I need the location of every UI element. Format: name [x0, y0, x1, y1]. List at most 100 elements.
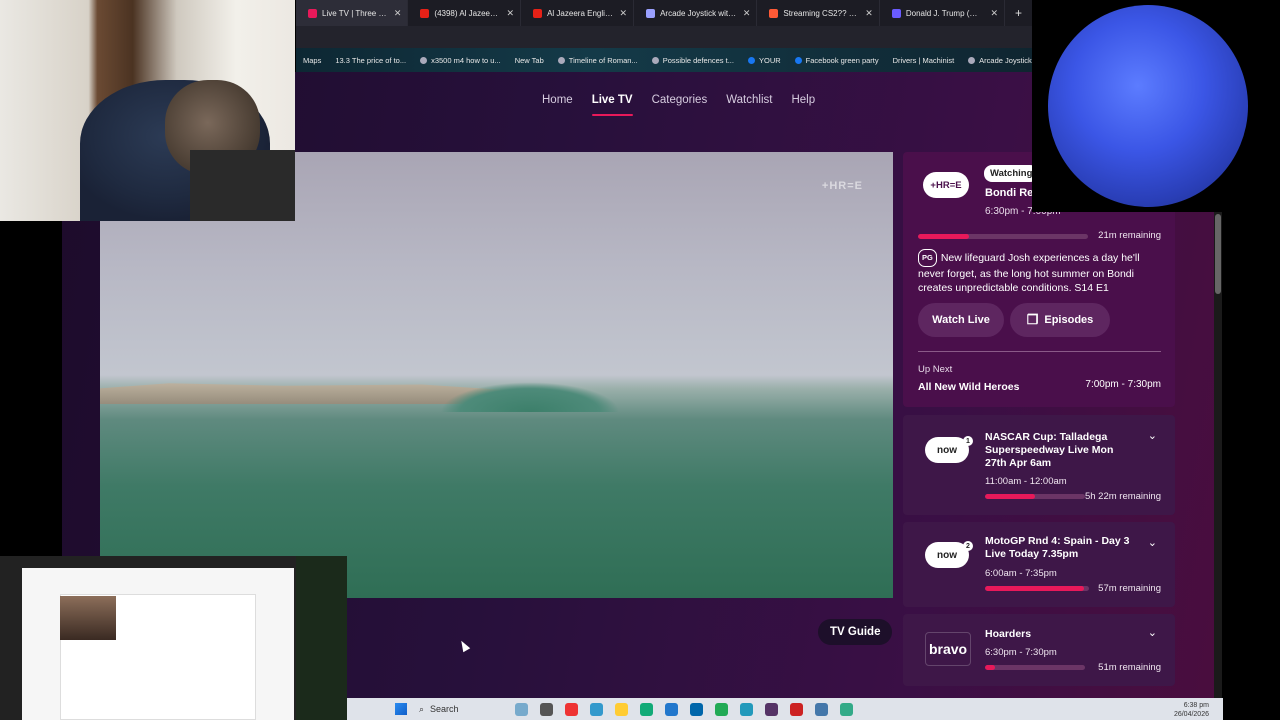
- paint-window-thumbnail: [0, 556, 347, 720]
- remaining-time: 21m remaining: [1098, 230, 1161, 241]
- wikipedia-icon: [557, 56, 565, 64]
- card-time: 6:30pm - 7:30pm: [985, 647, 1057, 658]
- nav-home[interactable]: Home: [542, 94, 573, 106]
- channel-card[interactable]: now 2 MotoGP Rnd 4: Spain - Day 3 Live T…: [903, 522, 1175, 607]
- new-tab-button[interactable]: +: [1005, 6, 1032, 20]
- channel-card[interactable]: bravo Hoarders 6:30pm - 7:30pm 51m remai…: [903, 614, 1175, 686]
- facebook-icon: [747, 56, 755, 64]
- card-remaining: 5h 22m remaining: [1084, 491, 1161, 502]
- card-remaining: 57m remaining: [1098, 583, 1161, 594]
- app-icon[interactable]: [840, 702, 853, 716]
- close-icon[interactable]: ✕: [507, 8, 515, 19]
- tab-al-jazeera-youtube[interactable]: (4398) Al Jazeera E ✕: [408, 0, 522, 26]
- tab-arcade-joystick[interactable]: Arcade Joystick with M ✕: [634, 0, 758, 26]
- windows-start-icon[interactable]: [395, 703, 407, 715]
- chrome-icon[interactable]: [565, 702, 578, 716]
- widgets-icon[interactable]: [515, 702, 528, 716]
- address-bar[interactable]: [296, 26, 1032, 48]
- taskbar-search[interactable]: ⌕ Search: [419, 704, 509, 715]
- screen: Live TV | Three | Th ✕ (4398) Al Jazeera …: [0, 0, 1280, 720]
- close-icon[interactable]: ✕: [394, 8, 402, 19]
- mail-icon[interactable]: [665, 702, 678, 716]
- bravo-logo: bravo: [925, 632, 971, 666]
- channel-card[interactable]: now 1 NASCAR Cup: Talladega Superspeedwa…: [903, 415, 1175, 515]
- channel-watermark: +HR=E: [821, 180, 863, 192]
- reddit-favicon-icon: [769, 8, 779, 18]
- progress-fill: [985, 586, 1084, 591]
- nav-live-tv[interactable]: Live TV: [591, 94, 633, 116]
- nav-watchlist[interactable]: Watchlist: [726, 94, 772, 106]
- browser-tab-bar: Live TV | Three | Th ✕ (4398) Al Jazeera …: [296, 0, 1032, 26]
- program-description: PG New lifeguard Josh experiences a day h…: [918, 249, 1166, 295]
- webcam-overlay: [0, 0, 295, 221]
- card-title: Hoarders: [985, 628, 1032, 640]
- card-progress-bar: [985, 586, 1089, 591]
- nav-help[interactable]: Help: [791, 94, 815, 106]
- chevron-down-icon[interactable]: ⌄: [1148, 536, 1157, 549]
- site-icon: [651, 56, 659, 64]
- bookmark-item[interactable]: YOUR: [747, 56, 781, 65]
- rating-badge: PG: [918, 249, 937, 267]
- close-icon[interactable]: ✕: [743, 8, 751, 19]
- store-icon[interactable]: [690, 702, 703, 716]
- watching-badge: Watching: [984, 165, 1039, 182]
- tab-donald-trump[interactable]: Donald J. Trump (@rea ✕: [880, 0, 1005, 26]
- close-icon[interactable]: ✕: [865, 8, 873, 19]
- pasted-image: [60, 596, 116, 640]
- chevron-down-icon[interactable]: ⌄: [1148, 429, 1157, 442]
- tab-live-tv[interactable]: Live TV | Three | Th ✕: [296, 0, 409, 26]
- system-clock[interactable]: 6:38 pm 26/04/2026: [1174, 701, 1209, 719]
- site-icon: [968, 56, 976, 64]
- page-scrollbar[interactable]: [1214, 212, 1222, 698]
- episodes-button[interactable]: ❐ Episodes: [1010, 303, 1110, 337]
- card-title: MotoGP Rnd 4: Spain - Day 3 Live Today 7…: [985, 535, 1130, 560]
- scrollbar-thumb[interactable]: [1215, 214, 1221, 294]
- youtube-favicon-icon: [420, 8, 430, 18]
- bookmark-item[interactable]: Maps: [303, 56, 321, 65]
- app-icon[interactable]: [790, 702, 803, 716]
- site-favicon-icon: [646, 8, 656, 18]
- truth-social-favicon-icon: [891, 8, 901, 18]
- chevron-down-icon[interactable]: ⌄: [1148, 626, 1157, 639]
- close-icon[interactable]: ✕: [620, 8, 628, 19]
- nav-categories[interactable]: Categories: [652, 94, 708, 106]
- bookmark-item[interactable]: Arcade Joystick w: [968, 56, 1032, 65]
- up-next-time: 7:00pm - 7:30pm: [1085, 379, 1161, 390]
- desk: [190, 150, 295, 221]
- bookmark-item[interactable]: Timeline of Roman...: [557, 56, 638, 65]
- app-icon[interactable]: [815, 702, 828, 716]
- bookmark-item[interactable]: Possible defences t...: [651, 56, 734, 65]
- episodes-icon: ❐: [1026, 312, 1039, 327]
- obs-icon[interactable]: [765, 702, 778, 716]
- bookmark-item[interactable]: 13.3 The price of to...: [335, 56, 406, 65]
- telegram-icon[interactable]: [740, 702, 753, 716]
- google-icon: [420, 56, 428, 64]
- watch-live-button[interactable]: Watch Live: [918, 303, 1004, 337]
- card-remaining: 51m remaining: [1098, 662, 1161, 673]
- bookmark-item[interactable]: Facebook green party: [794, 56, 879, 65]
- side-panel: [296, 556, 347, 720]
- youtube-favicon-icon: [533, 8, 543, 18]
- tab-al-jazeera-english[interactable]: Al Jazeera English | ✕: [521, 0, 635, 26]
- bookmark-item[interactable]: New Tab: [515, 56, 544, 65]
- up-next-label: Up Next: [918, 364, 953, 375]
- tv-guide-button[interactable]: TV Guide: [818, 619, 893, 645]
- card-title: NASCAR Cup: Talladega Superspeedway Live…: [985, 431, 1114, 469]
- three-favicon-icon: [308, 8, 317, 18]
- card-time: 11:00am - 12:00am: [985, 476, 1067, 487]
- tab-streaming-cs2[interactable]: Streaming CS2?? - No ✕: [757, 0, 880, 26]
- task-view-icon[interactable]: [540, 702, 553, 716]
- planet-overlay: [1032, 0, 1280, 212]
- app-icon[interactable]: [715, 702, 728, 716]
- app-icon[interactable]: [590, 702, 603, 716]
- close-icon[interactable]: ✕: [990, 8, 998, 19]
- bookmark-item[interactable]: x3500 m4 how to u...: [420, 56, 501, 65]
- up-next-title: All New Wild Heroes: [918, 381, 1020, 393]
- edge-icon[interactable]: [640, 702, 653, 716]
- card-time: 6:00am - 7:35pm: [985, 568, 1057, 579]
- progress-fill: [985, 494, 1035, 499]
- progress-fill: [918, 234, 969, 239]
- bookmark-item[interactable]: Drivers | Machinist: [893, 56, 955, 65]
- file-explorer-icon[interactable]: [615, 702, 628, 716]
- bookmarks-bar: Maps 13.3 The price of to... x3500 m4 ho…: [296, 48, 1032, 72]
